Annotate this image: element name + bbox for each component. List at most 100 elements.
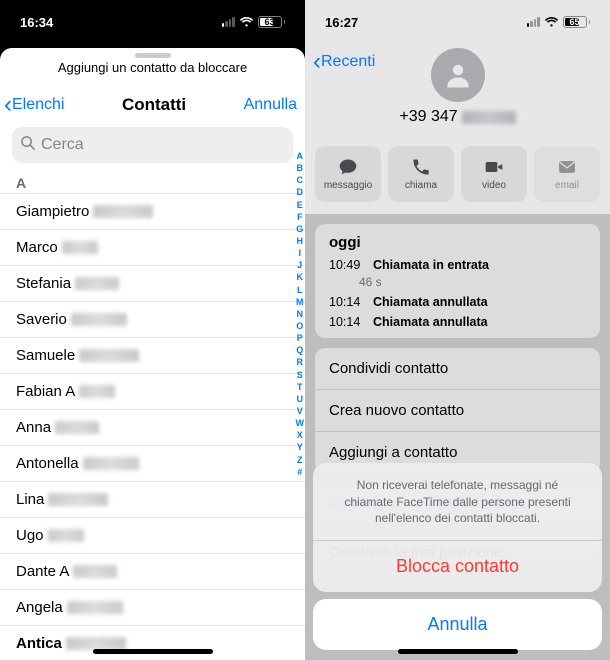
search-input[interactable]: Cerca bbox=[12, 127, 293, 163]
index-letter[interactable]: W bbox=[296, 417, 305, 429]
wifi-icon bbox=[544, 17, 559, 28]
index-letter[interactable]: T bbox=[296, 381, 305, 393]
search-wrap: Cerca bbox=[0, 127, 305, 171]
index-letter[interactable]: Q bbox=[296, 344, 305, 356]
log-row: 10:14Chiamata annullata bbox=[315, 292, 600, 312]
contact-row[interactable]: Dante A bbox=[0, 554, 305, 590]
contacts-list[interactable]: GiampietroMarco Stefania Saverio Samuele Fab… bbox=[0, 194, 305, 660]
contact-name: Dante A bbox=[16, 563, 69, 580]
block-contact-button[interactable]: Blocca contatto bbox=[313, 541, 602, 592]
battery-icon: 63 bbox=[258, 16, 286, 28]
index-letter[interactable]: H bbox=[296, 235, 305, 247]
phone-number: +39 347 bbox=[317, 108, 598, 126]
index-letter[interactable]: V bbox=[296, 405, 305, 417]
index-letter[interactable]: P bbox=[296, 332, 305, 344]
redacted bbox=[62, 241, 98, 254]
index-letter[interactable]: B bbox=[296, 162, 305, 174]
index-letter[interactable]: M bbox=[296, 296, 305, 308]
contact-row[interactable]: Ugo bbox=[0, 518, 305, 554]
contact-name: Stefania bbox=[16, 275, 71, 292]
contact-row[interactable]: Saverio bbox=[0, 302, 305, 338]
phone-prefix: +39 347 bbox=[399, 108, 457, 126]
search-icon bbox=[20, 135, 35, 155]
back-button[interactable]: ‹ Elenchi bbox=[4, 93, 64, 117]
action-sheet-message: Non riceverai telefonate, messaggi né ch… bbox=[313, 463, 602, 541]
index-letter[interactable]: J bbox=[296, 259, 305, 271]
contact-name: Angela bbox=[16, 599, 63, 616]
index-letter[interactable]: X bbox=[296, 429, 305, 441]
back-button[interactable]: ‹ Recenti bbox=[313, 50, 375, 74]
status-bar-right: 16:27 65 bbox=[305, 0, 610, 44]
chiama-button[interactable]: chiama bbox=[388, 146, 454, 202]
index-letter[interactable]: E bbox=[296, 199, 305, 211]
index-letter[interactable]: F bbox=[296, 211, 305, 223]
option-cell[interactable]: Condividi contatto bbox=[315, 348, 600, 389]
action-label: email bbox=[555, 180, 579, 191]
modal-title: Aggiungi un contatto da bloccare bbox=[58, 60, 247, 75]
log-desc: Chiamata annullata bbox=[373, 315, 488, 329]
left-phone: 16:34 63 Aggiungi un contatto da bloccar… bbox=[0, 0, 305, 660]
log-time: 10:49 bbox=[329, 258, 363, 272]
index-letter[interactable]: U bbox=[296, 393, 305, 405]
contact-row[interactable]: Lina bbox=[0, 482, 305, 518]
log-title: oggi bbox=[315, 224, 600, 255]
index-letter[interactable]: Y bbox=[296, 441, 305, 453]
contact-row[interactable]: Antica bbox=[0, 626, 305, 660]
redacted bbox=[67, 601, 123, 614]
action-row: messaggio chiama video email bbox=[305, 136, 610, 214]
status-bar-left: 16:34 63 bbox=[0, 0, 305, 44]
index-letter[interactable]: L bbox=[296, 284, 305, 296]
index-letter[interactable]: # bbox=[296, 466, 305, 478]
contact-row[interactable]: Stefania bbox=[0, 266, 305, 302]
redacted bbox=[83, 457, 139, 470]
signal-icon bbox=[527, 17, 540, 27]
contact-row[interactable]: Angela bbox=[0, 590, 305, 626]
home-indicator[interactable] bbox=[93, 649, 213, 654]
redacted bbox=[73, 565, 117, 578]
index-letter[interactable]: G bbox=[296, 223, 305, 235]
redacted bbox=[71, 313, 127, 326]
index-letter[interactable]: C bbox=[296, 174, 305, 186]
index-letter[interactable]: D bbox=[296, 186, 305, 198]
index-letter[interactable]: S bbox=[296, 369, 305, 381]
index-letter[interactable]: R bbox=[296, 356, 305, 368]
redacted bbox=[55, 421, 99, 434]
contact-row[interactable]: Anna bbox=[0, 410, 305, 446]
index-letter[interactable]: O bbox=[296, 320, 305, 332]
index-letter[interactable]: Z bbox=[296, 454, 305, 466]
home-indicator[interactable] bbox=[398, 649, 518, 654]
cancel-button[interactable]: Annulla bbox=[244, 96, 297, 114]
alpha-index[interactable]: ABCDEFGHIJKLMNOPQRSTUVWXYZ# bbox=[296, 150, 305, 478]
chiama-icon bbox=[411, 157, 431, 177]
avatar bbox=[431, 48, 485, 102]
contact-row[interactable]: Fabian A bbox=[0, 374, 305, 410]
status-time: 16:34 bbox=[20, 15, 53, 30]
messaggio-icon bbox=[338, 157, 358, 177]
log-desc: Chiamata annullata bbox=[373, 295, 488, 309]
contact-row[interactable]: Antonella bbox=[0, 446, 305, 482]
video-button[interactable]: video bbox=[461, 146, 527, 202]
chevron-left-icon: ‹ bbox=[4, 93, 12, 117]
contact-name: Antica bbox=[16, 635, 62, 652]
redacted bbox=[93, 205, 153, 218]
modal-handle[interactable] bbox=[135, 53, 171, 58]
nav-title: Contatti bbox=[122, 95, 186, 115]
index-letter[interactable]: K bbox=[296, 271, 305, 283]
contact-row[interactable]: Samuele bbox=[0, 338, 305, 374]
index-letter[interactable]: N bbox=[296, 308, 305, 320]
wifi-icon bbox=[239, 17, 254, 28]
contact-row[interactable]: Marco bbox=[0, 230, 305, 266]
messaggio-button[interactable]: messaggio bbox=[315, 146, 381, 202]
back-label: Recenti bbox=[321, 53, 375, 71]
back-label: Elenchi bbox=[12, 96, 64, 114]
action-sheet-cancel-button[interactable]: Annulla bbox=[313, 599, 602, 650]
contact-row[interactable]: Giampietro bbox=[0, 194, 305, 230]
option-cell[interactable]: Crea nuovo contatto bbox=[315, 389, 600, 431]
battery-level: 65 bbox=[569, 17, 579, 27]
contact-name: Lina bbox=[16, 491, 44, 508]
index-letter[interactable]: I bbox=[296, 247, 305, 259]
contact-name: Fabian A bbox=[16, 383, 75, 400]
index-letter[interactable]: A bbox=[296, 150, 305, 162]
action-label: chiama bbox=[405, 180, 437, 191]
contact-name: Samuele bbox=[16, 347, 75, 364]
